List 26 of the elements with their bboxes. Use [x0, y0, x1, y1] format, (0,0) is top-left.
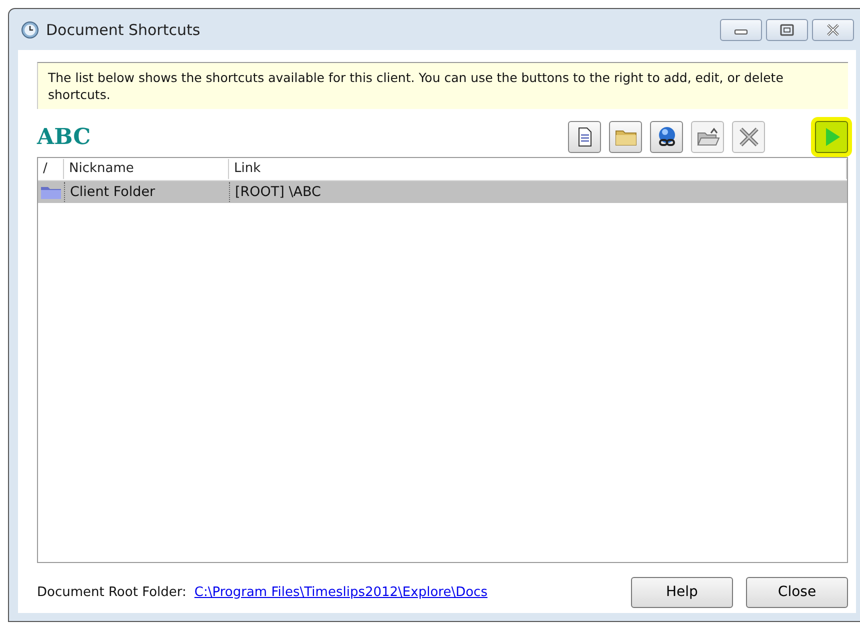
maximize-button[interactable] — [766, 18, 808, 40]
dialog-button[interactable]: Help — [631, 576, 733, 608]
column-header[interactable]: Nickname — [64, 159, 229, 179]
root-folder-label: Document Root Folder: — [37, 584, 186, 600]
table-cell: Client Folder — [64, 182, 229, 202]
web-link-button[interactable] — [650, 121, 683, 153]
folder-button[interactable] — [609, 121, 642, 153]
document-icon — [576, 127, 594, 147]
delete-icon — [738, 126, 760, 148]
root-folder-link[interactable]: C:\Program Files\Timeslips2012\Explore\Docs — [194, 584, 488, 600]
close-icon — [826, 24, 840, 36]
table-cell: [ROOT] \ABC — [229, 182, 847, 202]
info-message: The list below shows the shortcuts available for this client. You can use the buttons to the right to add, edit, or delete shortcuts. — [37, 62, 848, 109]
minimize-button[interactable] — [720, 18, 762, 40]
dialog-button[interactable]: Close — [746, 576, 848, 608]
client-name: ABC — [37, 124, 91, 150]
clock-icon — [21, 20, 39, 38]
table-row[interactable]: Client Folder [ROOT] \ABC — [38, 181, 847, 203]
column-header[interactable]: Link — [229, 159, 847, 179]
maximize-icon — [780, 24, 794, 36]
folder-icon — [40, 184, 62, 200]
window-title: Document Shortcuts — [46, 20, 200, 38]
document-button[interactable] — [568, 121, 601, 153]
open-folder-icon — [696, 127, 720, 147]
close-button[interactable] — [812, 18, 854, 40]
sort-column-header[interactable]: / — [38, 159, 64, 179]
